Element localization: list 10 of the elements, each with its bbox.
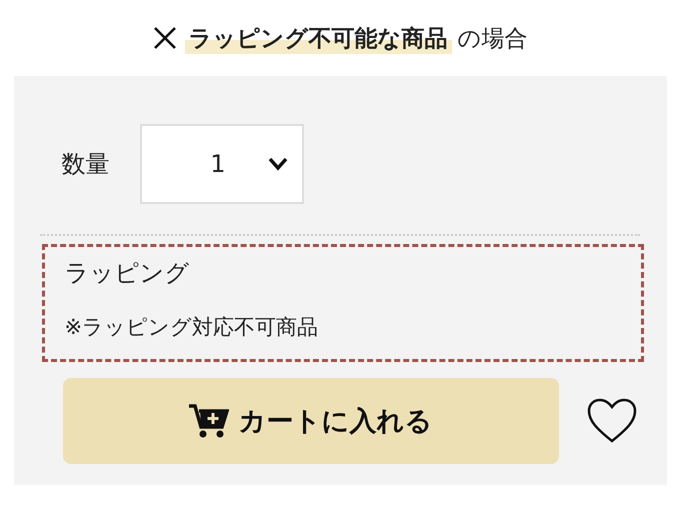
heart-icon[interactable]: [586, 398, 636, 444]
wrapping-note: ※ラッピング対応不可商品: [64, 314, 320, 341]
wrapping-title: ラッピング: [64, 258, 190, 289]
quantity-label: 数量: [62, 149, 110, 180]
chevron-down-icon: [268, 157, 288, 171]
cart-plus-icon: [188, 403, 228, 439]
heading-text: の場合: [458, 24, 528, 54]
add-to-cart-button[interactable]: カートに入れる: [62, 378, 558, 464]
quantity-select[interactable]: 1: [140, 124, 304, 204]
close-icon: [152, 26, 176, 50]
